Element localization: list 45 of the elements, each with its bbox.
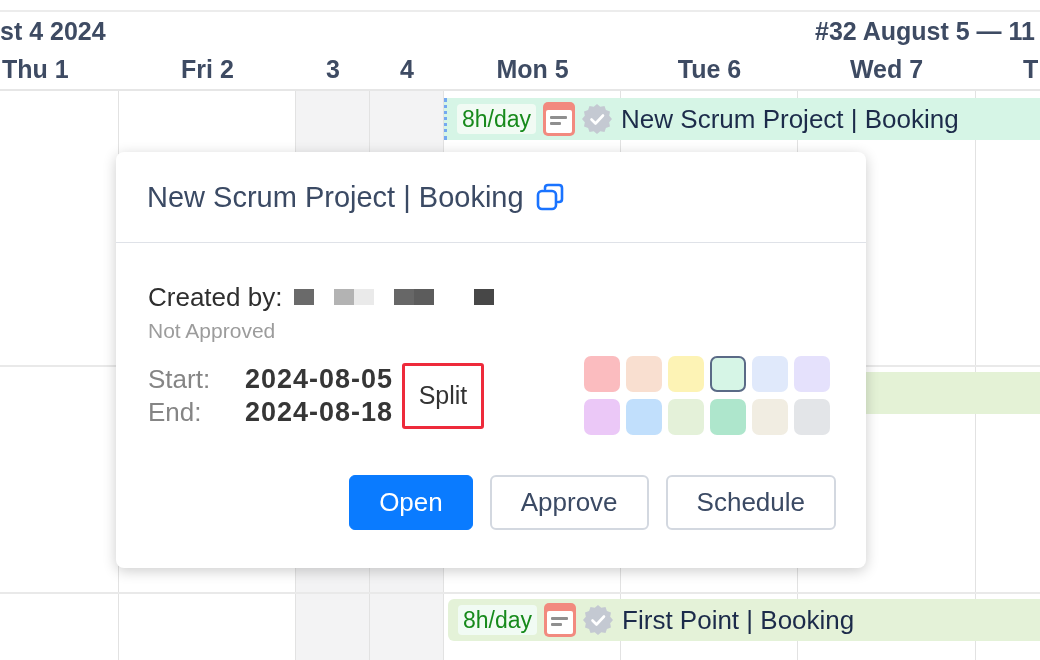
day-label: 3 <box>326 55 340 83</box>
pixel-blocks-icon <box>294 289 495 305</box>
color-swatch[interactable] <box>668 356 704 392</box>
copy-icon[interactable] <box>535 183 564 211</box>
booking-bar[interactable]: 8h/day First Point | Booking <box>448 599 1040 641</box>
day-label: Tue 6 <box>677 55 742 83</box>
badge-check-icon <box>583 605 614 635</box>
note-card-icon <box>544 603 577 637</box>
open-button[interactable]: Open <box>349 475 473 530</box>
color-swatch[interactable] <box>794 356 830 392</box>
color-swatch[interactable] <box>626 399 662 435</box>
color-swatch[interactable] <box>752 356 788 392</box>
color-swatch[interactable] <box>584 356 620 392</box>
day-label: Wed 7 <box>849 55 924 83</box>
booking-bar[interactable]: 8h/day New Scrum Project | Booking <box>444 98 1040 140</box>
booking-title: New Scrum Project | Booking <box>621 103 959 135</box>
booking-title: First Point | Booking <box>622 604 855 636</box>
end-label: End: <box>148 395 202 429</box>
schedule-button[interactable]: Schedule <box>665 475 836 530</box>
color-swatch[interactable] <box>794 399 830 435</box>
week-label: #32 August 5 — 11 <box>815 16 1035 46</box>
start-date: 2024-08-05 <box>245 362 394 396</box>
day-label: T <box>1023 55 1039 83</box>
day-label: Mon 5 <box>496 55 569 83</box>
day-label: Fri 2 <box>181 55 234 83</box>
approve-button[interactable]: Approve <box>489 475 649 530</box>
color-swatch[interactable] <box>752 399 788 435</box>
start-label: Start: <box>148 362 211 396</box>
hours-badge: 8h/day <box>458 605 538 635</box>
color-swatch[interactable] <box>668 399 704 435</box>
end-date: 2024-08-18 <box>245 395 394 429</box>
split-button[interactable]: Split <box>402 362 484 429</box>
color-swatch[interactable] <box>710 399 746 435</box>
popup-title: New Scrum Project | Booking <box>147 180 524 214</box>
hours-badge: 8h/day <box>457 104 537 134</box>
week-label: st 4 2024 <box>0 16 106 46</box>
day-label: Thu 1 <box>2 55 69 83</box>
created-by-label: Created by: <box>148 281 283 313</box>
approval-status: Not Approved <box>148 319 276 343</box>
color-swatch[interactable] <box>626 356 662 392</box>
day-label: 4 <box>400 55 414 83</box>
badge-check-icon <box>582 104 613 134</box>
color-swatch[interactable] <box>710 356 746 392</box>
color-swatch[interactable] <box>584 399 620 435</box>
note-card-icon <box>543 102 576 136</box>
